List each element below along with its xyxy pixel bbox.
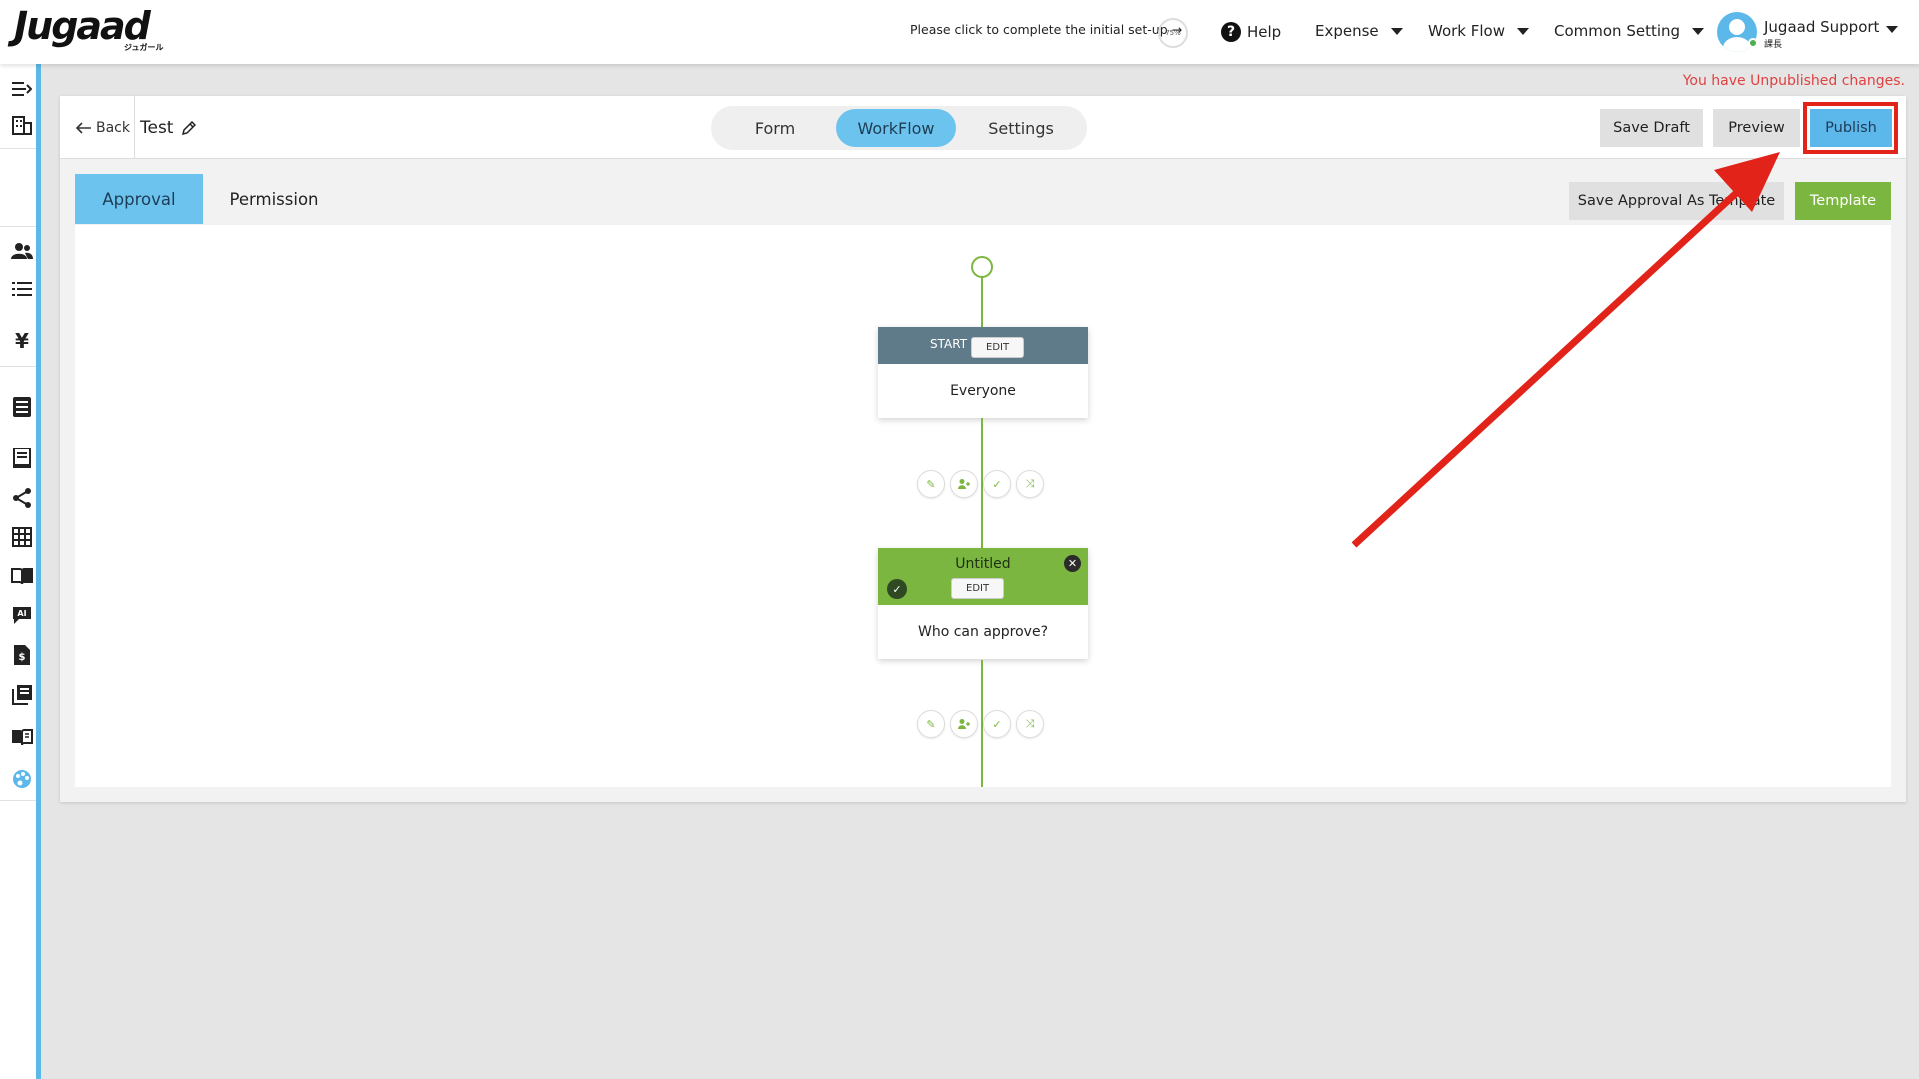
preview-button[interactable]: Preview [1713,109,1800,147]
users-icon[interactable] [11,240,33,262]
book-icon[interactable] [11,565,33,587]
flow-connector [981,277,983,327]
svg-text:$: $ [19,652,26,663]
nav-workflow[interactable]: Work Flow [1428,22,1529,40]
help-label: Help [1247,23,1282,41]
user-name[interactable]: Jugaad Support [1764,18,1879,36]
user-menu-chevron-icon[interactable] [1886,26,1898,33]
top-header: Jugaad ジュガール Please click to complete th… [0,0,1919,64]
add-approval-check-icon[interactable]: ✓ [983,470,1011,498]
list-icon[interactable] [11,278,33,300]
add-branch-shuffle-icon[interactable]: ⤨ [1016,710,1044,738]
receipt-icon[interactable] [11,447,33,469]
library-icon[interactable] [11,684,33,706]
chevron-down-icon [1390,27,1403,35]
add-step-pencil-icon[interactable]: ✎ [917,470,945,498]
nav-common-setting[interactable]: Common Setting [1554,22,1705,40]
step-actions: ✎ ✓ ⤨ [917,710,1044,738]
help-link[interactable]: ? Help [1221,22,1281,42]
save-draft-button[interactable]: Save Draft [1600,109,1703,147]
start-node-edit-button[interactable]: EDIT [971,337,1025,358]
share-icon[interactable] [11,487,33,509]
approval-step-title: Untitled [955,556,1011,572]
nav-expense[interactable]: Expense [1315,22,1403,40]
tab-workflow[interactable]: WorkFlow [836,109,956,147]
chevron-down-icon [1517,27,1529,35]
back-button[interactable]: Back [76,120,130,136]
template-button[interactable]: Template [1795,182,1891,220]
approval-step-header: Untitled ✕ ✓ EDIT [878,548,1088,605]
editor-mode-switch: Form WorkFlow Settings [711,106,1087,150]
start-node-header: START EDIT [878,327,1088,364]
logo-subtext: ジュガール [124,43,164,52]
check-circle-icon: ✓ [887,579,907,599]
ai-chat-icon[interactable]: AI [11,604,33,626]
start-node[interactable]: START EDIT Everyone [878,327,1088,418]
arrow-left-icon [76,122,91,134]
help-icon: ? [1221,22,1241,42]
approval-step-assignee: Who can approve? [917,624,1049,640]
user-role: 課長 [1764,40,1783,50]
palette-icon[interactable] [11,768,33,790]
editor-card: Back Test Form WorkFlow Settings Save Dr… [60,96,1906,802]
svg-text:AI: AI [17,609,26,618]
add-approval-check-icon[interactable]: ✓ [983,710,1011,738]
add-branch-shuffle-icon[interactable]: ⤨ [1016,470,1044,498]
nav-common-setting-label: Common Setting [1554,22,1681,40]
nav-expense-label: Expense [1315,22,1379,40]
tab-settings[interactable]: Settings [961,109,1081,147]
invoice-icon[interactable]: $ [11,644,33,666]
tab-form[interactable]: Form [715,109,835,147]
expand-menu-icon[interactable] [11,78,33,100]
workflow-canvas [75,225,1891,787]
nav-workflow-label: Work Flow [1428,22,1505,40]
approval-step-edit-button[interactable]: EDIT [951,578,1005,599]
building-icon[interactable] [11,114,33,136]
flow-start-point [971,256,993,278]
sidebar: ¥ AI $ [0,64,41,1079]
page-title[interactable]: Test [140,118,197,138]
unpublished-notice: You have Unpublished changes. [1682,73,1905,89]
setup-prompt[interactable]: Please click to complete the initial set… [910,22,1182,37]
step-actions: ✎ ✓ ⤨ [917,470,1044,498]
online-status-icon [1748,38,1758,48]
add-step-pencil-icon[interactable]: ✎ [917,710,945,738]
close-icon[interactable]: ✕ [1064,555,1081,572]
chevron-down-icon [1692,27,1705,35]
editor-toolbar: Back Test Form WorkFlow Settings Save Dr… [60,96,1906,159]
yen-icon[interactable]: ¥ [11,329,33,353]
add-approvers-icon[interactable] [950,470,978,498]
setup-progress[interactable]: 75% [1158,18,1188,48]
pencil-icon[interactable] [181,120,197,136]
title-text: Test [140,118,174,138]
app-logo[interactable]: Jugaad ジュガール [14,4,163,52]
back-label: Back [96,120,130,136]
tab-approval[interactable]: Approval [75,174,203,224]
manual-icon[interactable] [11,726,33,748]
save-approval-as-template-button[interactable]: Save Approval As Template [1569,182,1784,220]
approval-step-node[interactable]: Untitled ✕ ✓ EDIT Who can approve? [878,548,1088,659]
document-icon[interactable] [11,396,33,418]
tab-permission[interactable]: Permission [210,174,338,224]
start-node-title: START [930,337,968,351]
start-node-assignee: Everyone [950,383,1016,399]
grid-icon[interactable] [11,526,33,548]
add-approvers-icon[interactable] [950,710,978,738]
publish-highlight-box [1803,102,1898,154]
